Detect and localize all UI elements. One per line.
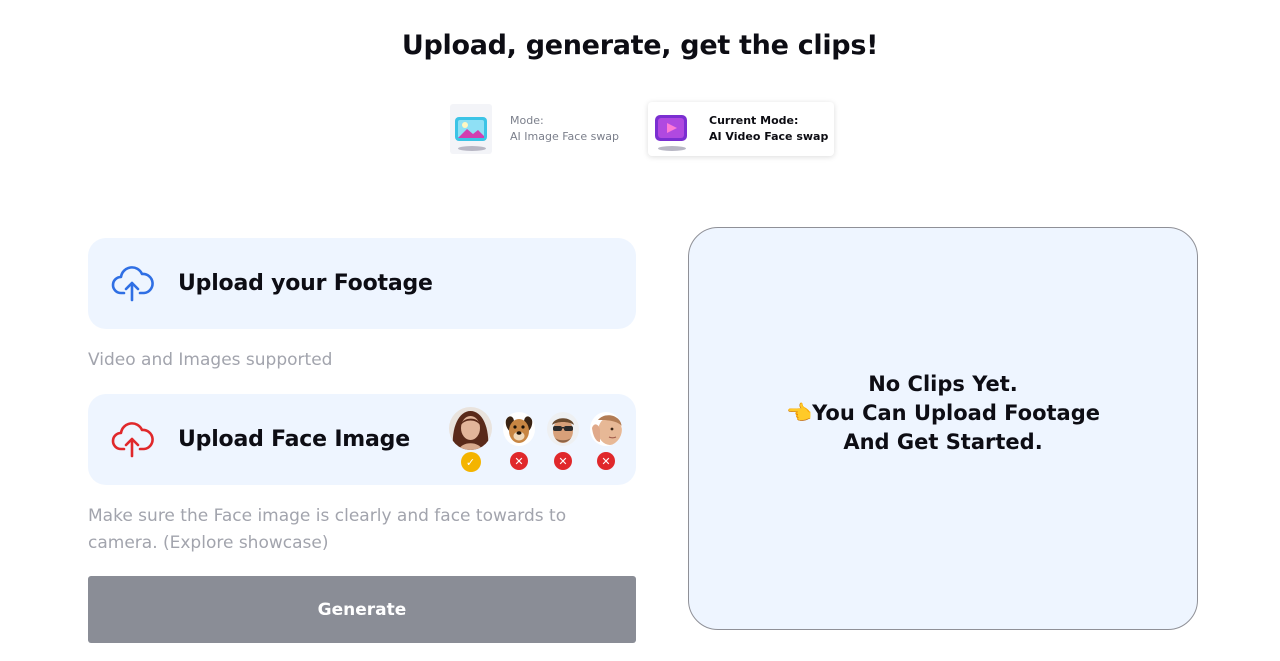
face-partial-icon <box>590 412 622 446</box>
check-icon: ✓ <box>460 452 481 472</box>
upload-footage-label: Upload your Footage <box>178 271 433 296</box>
woman-face-icon <box>449 407 492 450</box>
empty-state-line: 👈You Can Upload Footage <box>785 401 1100 425</box>
face-example: ✕ <box>503 412 535 470</box>
upload-face-image-button[interactable]: Upload Face Image ✓ ✕ ✕ ✕ <box>88 394 636 485</box>
mode-video-face-swap[interactable]: Current Mode: AI Video Face swap <box>648 102 834 156</box>
mode-image-face-swap[interactable]: Mode: AI Image Face swap <box>450 103 619 155</box>
mode-heading: Current Mode: <box>709 114 799 127</box>
upload-footage-button[interactable]: Upload your Footage <box>88 238 636 329</box>
dog-face-icon <box>503 412 535 446</box>
cloud-upload-icon <box>110 262 154 306</box>
clips-preview-panel: No Clips Yet. 👈You Can Upload Footage An… <box>688 227 1198 630</box>
page-title: Upload, generate, get the clips! <box>401 30 879 61</box>
face-hint: Make sure the Face image is clearly and … <box>88 506 567 553</box>
image-icon <box>450 104 492 154</box>
mode-name: AI Video Face swap <box>709 130 829 143</box>
x-icon: ✕ <box>597 452 615 470</box>
empty-state-message: No Clips Yet. 👈You Can Upload Footage An… <box>786 370 1100 457</box>
face-example: ✓ <box>449 407 492 472</box>
empty-state-line: And Get Started. <box>843 430 1043 454</box>
video-play-icon <box>650 104 692 154</box>
mode-selector: Mode: AI Image Face swap Current Mode: A… <box>0 101 1280 157</box>
mode-name: AI Image Face swap <box>510 130 620 143</box>
x-icon: ✕ <box>554 452 572 470</box>
empty-state-line: No Clips Yet. <box>868 372 1018 396</box>
face-examples: ✓ ✕ ✕ ✕ <box>449 407 622 472</box>
cloud-upload-icon <box>110 418 154 462</box>
upload-face-image-label: Upload Face Image <box>178 427 410 452</box>
face-example: ✕ <box>590 412 622 470</box>
footage-hint: Video and Images supported <box>88 350 333 370</box>
man-sunglasses-face-icon <box>547 412 579 446</box>
generate-button[interactable]: Generate <box>88 576 636 643</box>
mode-heading: Mode: <box>510 114 544 127</box>
x-icon: ✕ <box>510 452 528 470</box>
face-example: ✕ <box>547 412 579 470</box>
